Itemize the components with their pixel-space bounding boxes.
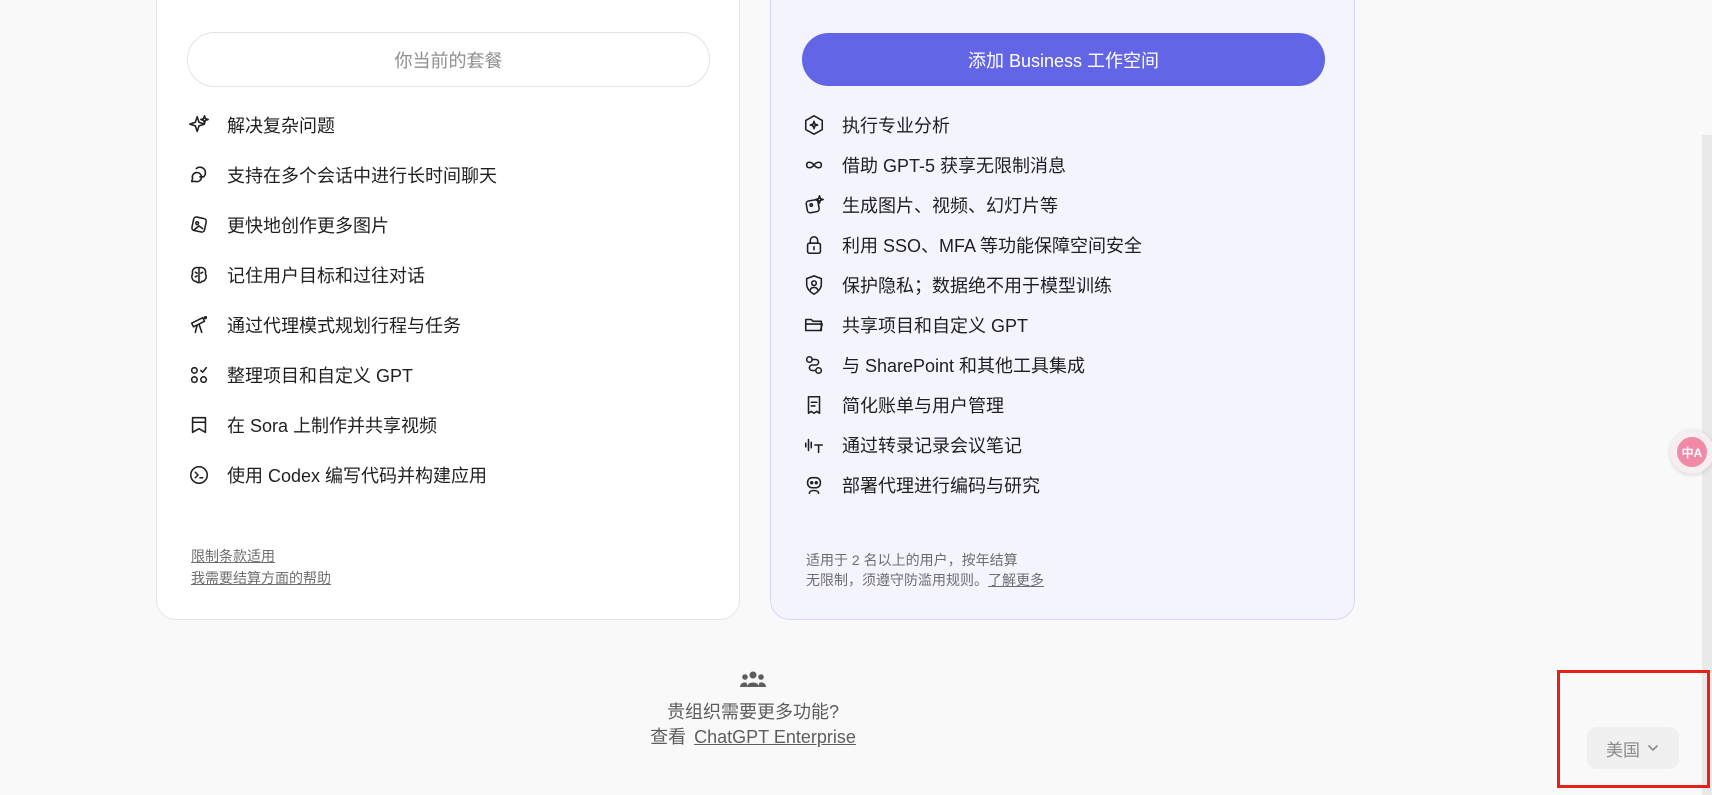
usage-note-text: 无限制，须遵守防滥用规则。 <box>806 572 988 588</box>
feature-item: 共享项目和自定义 GPT <box>802 312 1028 338</box>
feature-label: 更快地创作更多图片 <box>227 216 389 236</box>
image-gallery-icon <box>187 213 211 237</box>
integration-icon <box>802 353 826 377</box>
current-plan-card: 你当前的套餐 解决复杂问题 支持在多个会话中进行长时间聊天 更快地创作更多图片 … <box>156 0 740 620</box>
hexagon-sparkle-icon <box>802 113 826 137</box>
enterprise-section: 贵组织需要更多功能? 查看 ChatGPT Enterprise <box>598 668 908 750</box>
chat-bubbles-icon <box>187 163 211 187</box>
receipt-icon <box>802 393 826 417</box>
transcribe-icon <box>802 433 826 457</box>
apps-check-icon <box>187 363 211 387</box>
feature-item: 与 SharePoint 和其他工具集成 <box>802 352 1085 378</box>
learn-more-link[interactable]: 了解更多 <box>988 572 1044 588</box>
feature-item: 在 Sora 上制作并共享视频 <box>187 412 437 438</box>
feature-item: 通过转录记录会议笔记 <box>802 432 1022 458</box>
lock-icon <box>802 233 826 257</box>
book-icon <box>187 413 211 437</box>
telescope-icon <box>187 313 211 337</box>
feature-label: 执行专业分析 <box>842 116 950 136</box>
feature-item: 解决复杂问题 <box>187 112 335 138</box>
feature-label: 保护隐私；数据绝不用于模型训练 <box>842 276 1112 296</box>
sparkle-icon <box>187 113 211 137</box>
feature-label: 记住用户目标和过往对话 <box>227 266 425 286</box>
enterprise-line: 查看 ChatGPT Enterprise <box>598 725 908 750</box>
add-business-workspace-button[interactable]: 添加 Business 工作空间 <box>802 33 1325 86</box>
current-plan-button: 你当前的套餐 <box>187 32 710 87</box>
infinity-icon <box>802 153 826 177</box>
image-sparkle-icon <box>802 193 826 217</box>
chatgpt-enterprise-link[interactable]: ChatGPT Enterprise <box>694 727 856 747</box>
feature-label: 使用 Codex 编写代码并构建应用 <box>227 466 488 486</box>
feature-label: 利用 SSO、MFA 等功能保障空间安全 <box>842 236 1143 256</box>
team-icon <box>740 671 766 687</box>
feature-label: 与 SharePoint 和其他工具集成 <box>842 356 1086 376</box>
feature-label: 借助 GPT-5 获享无限制消息 <box>842 156 1067 176</box>
feature-item: 利用 SSO、MFA 等功能保障空间安全 <box>802 232 1142 258</box>
shield-user-icon <box>802 273 826 297</box>
feature-item: 简化账单与用户管理 <box>802 392 1004 418</box>
terminal-icon <box>187 463 211 487</box>
translate-widget-button[interactable]: 中A <box>1670 430 1712 474</box>
translate-icon: 中A <box>1677 437 1707 467</box>
enterprise-question: 贵组织需要更多功能? <box>666 702 839 722</box>
feature-label: 通过代理模式规划行程与任务 <box>227 316 461 336</box>
usage-note: 无限制，须遵守防滥用规则。了解更多 <box>806 570 1044 590</box>
feature-label: 通过转录记录会议笔记 <box>842 436 1022 456</box>
billing-help-link[interactable]: 我需要结算方面的帮助 <box>191 568 331 588</box>
feature-label: 生成图片、视频、幻灯片等 <box>842 196 1058 216</box>
feature-label: 共享项目和自定义 GPT <box>842 316 1029 336</box>
feature-item: 借助 GPT-5 获享无限制消息 <box>802 152 1066 178</box>
feature-label: 支持在多个会话中进行长时间聊天 <box>227 166 497 186</box>
brain-icon <box>187 263 211 287</box>
robot-icon <box>802 473 826 497</box>
enterprise-prefix: 查看 <box>650 727 687 747</box>
feature-label: 解决复杂问题 <box>227 116 335 136</box>
feature-item: 使用 Codex 编写代码并构建应用 <box>187 462 487 488</box>
business-plan-card: 添加 Business 工作空间 执行专业分析 借助 GPT-5 获享无限制消息… <box>770 0 1355 620</box>
folder-icon <box>802 313 826 337</box>
feature-item: 通过代理模式规划行程与任务 <box>187 312 461 338</box>
feature-item: 生成图片、视频、幻灯片等 <box>802 192 1058 218</box>
feature-item: 记住用户目标和过往对话 <box>187 262 425 288</box>
billing-note: 适用于 2 名以上的用户，按年结算 <box>806 552 1018 568</box>
feature-item: 部署代理进行编码与研究 <box>802 472 1040 498</box>
highlight-box <box>1557 670 1710 788</box>
feature-item: 支持在多个会话中进行长时间聊天 <box>187 162 497 188</box>
feature-item: 执行专业分析 <box>802 112 950 138</box>
feature-label: 在 Sora 上制作并共享视频 <box>227 416 438 436</box>
feature-label: 整理项目和自定义 GPT <box>227 366 414 386</box>
feature-item: 整理项目和自定义 GPT <box>187 362 413 388</box>
feature-label: 简化账单与用户管理 <box>842 396 1004 416</box>
feature-label: 部署代理进行编码与研究 <box>842 476 1040 496</box>
feature-item: 保护隐私；数据绝不用于模型训练 <box>802 272 1112 298</box>
feature-item: 更快地创作更多图片 <box>187 212 389 238</box>
terms-link[interactable]: 限制条款适用 <box>191 546 275 566</box>
